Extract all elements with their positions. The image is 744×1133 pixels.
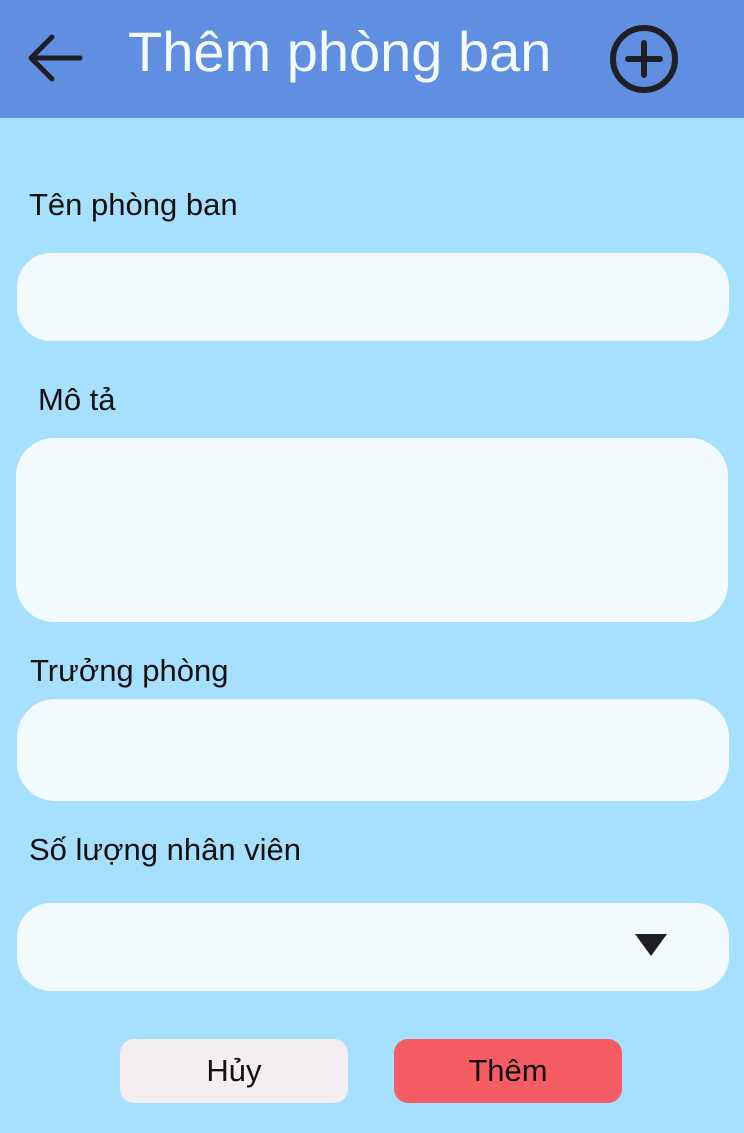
department-name-input[interactable] [17,253,729,341]
employee-count-select[interactable] [17,903,729,991]
page-title: Thêm phòng ban [128,20,552,83]
back-button[interactable] [22,28,88,88]
department-name-label: Tên phòng ban [29,187,238,222]
cancel-button[interactable]: Hủy [120,1039,348,1103]
add-department-button[interactable] [607,24,681,94]
employee-count-label: Số lượng nhân viên [29,832,302,867]
manager-input[interactable] [17,699,729,801]
description-textarea[interactable] [16,438,728,622]
plus-circle-icon [610,25,678,93]
manager-label: Trưởng phòng [30,653,229,688]
caret-down-icon [635,934,667,956]
submit-button[interactable]: Thêm [394,1039,622,1103]
app-header: Thêm phòng ban [0,0,744,118]
arrow-left-icon [28,34,83,82]
description-label: Mô tả [38,382,116,417]
